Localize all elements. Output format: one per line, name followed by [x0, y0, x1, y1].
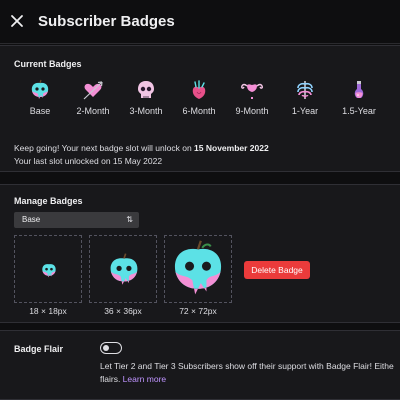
next-unlock-note: Keep going! Your next badge slot will un… [14, 143, 269, 153]
toggle-knob [103, 344, 109, 351]
skull-apple-icon [42, 264, 56, 278]
current-badges-title: Current Badges [14, 59, 82, 69]
select-chevron-icon: ⇅ [126, 215, 133, 224]
badge-label: Base [29, 106, 51, 116]
ribcage-icon [297, 81, 313, 99]
badge-label: 9-Month [235, 106, 269, 116]
back-arrow-icon[interactable] [10, 14, 24, 28]
badge-flair-title: Badge Flair [14, 344, 64, 354]
arrow-heart-icon [83, 81, 103, 100]
skull-apple-icon [110, 253, 138, 285]
skull-icon [138, 81, 154, 98]
badge-slot-36[interactable] [89, 235, 157, 303]
skull-apple-icon [174, 240, 222, 295]
anatomical-heart-icon [192, 80, 206, 99]
badge-1-5-year[interactable]: 1.5-Year [334, 79, 384, 116]
next-unlock-date: 15 November 2022 [194, 143, 269, 153]
badge-label: 6-Month [182, 106, 216, 116]
badge-1-year[interactable]: 1-Year [280, 79, 330, 116]
badge-tier-select[interactable]: Base ⇅ [14, 212, 139, 228]
uterus-icon [241, 83, 263, 99]
badge-slot-18[interactable] [14, 235, 82, 303]
manage-badges-panel: Manage Badges Base ⇅ 18 × 18px 36 × 36px… [0, 184, 400, 323]
badge-9-month[interactable]: 9-Month [227, 79, 277, 116]
badge-6-month[interactable]: 6-Month [174, 79, 224, 116]
slot-size-label: 18 × 18px [29, 306, 67, 316]
badge-flair-panel: Badge Flair Let Tier 2 and Tier 3 Subscr… [0, 330, 400, 400]
badge-label: 1.5-Year [342, 106, 376, 116]
badge-flair-toggle[interactable] [100, 342, 122, 354]
badge-2-month[interactable]: 2-Month [68, 79, 118, 116]
badge-label: 3-Month [129, 106, 163, 116]
delete-badge-button[interactable]: Delete Badge [244, 261, 310, 279]
page-header: Subscriber Badges [0, 0, 400, 44]
badge-label: 1-Year [291, 106, 319, 116]
badge-base[interactable]: Base [15, 79, 65, 116]
badge-slot-72[interactable] [164, 235, 232, 303]
page-title: Subscriber Badges [38, 13, 175, 30]
learn-more-link[interactable]: Learn more [123, 374, 166, 384]
potion-icon [354, 81, 364, 98]
select-value: Base [22, 215, 41, 224]
badge-3-month[interactable]: 3-Month [121, 79, 171, 116]
badge-flair-description: Let Tier 2 and Tier 3 Subscribers show o… [100, 361, 394, 384]
skull-apple-icon [31, 79, 49, 99]
last-unlock-note: Your last slot unlocked on 15 May 2022 [14, 156, 163, 166]
manage-badges-title: Manage Badges [14, 196, 83, 206]
slot-size-label: 72 × 72px [179, 306, 217, 316]
current-badges-panel: Current Badges Base 2-Month 3-Month 6-Mo… [0, 45, 400, 172]
slot-size-label: 36 × 36px [104, 306, 142, 316]
badge-label: 2-Month [76, 106, 110, 116]
